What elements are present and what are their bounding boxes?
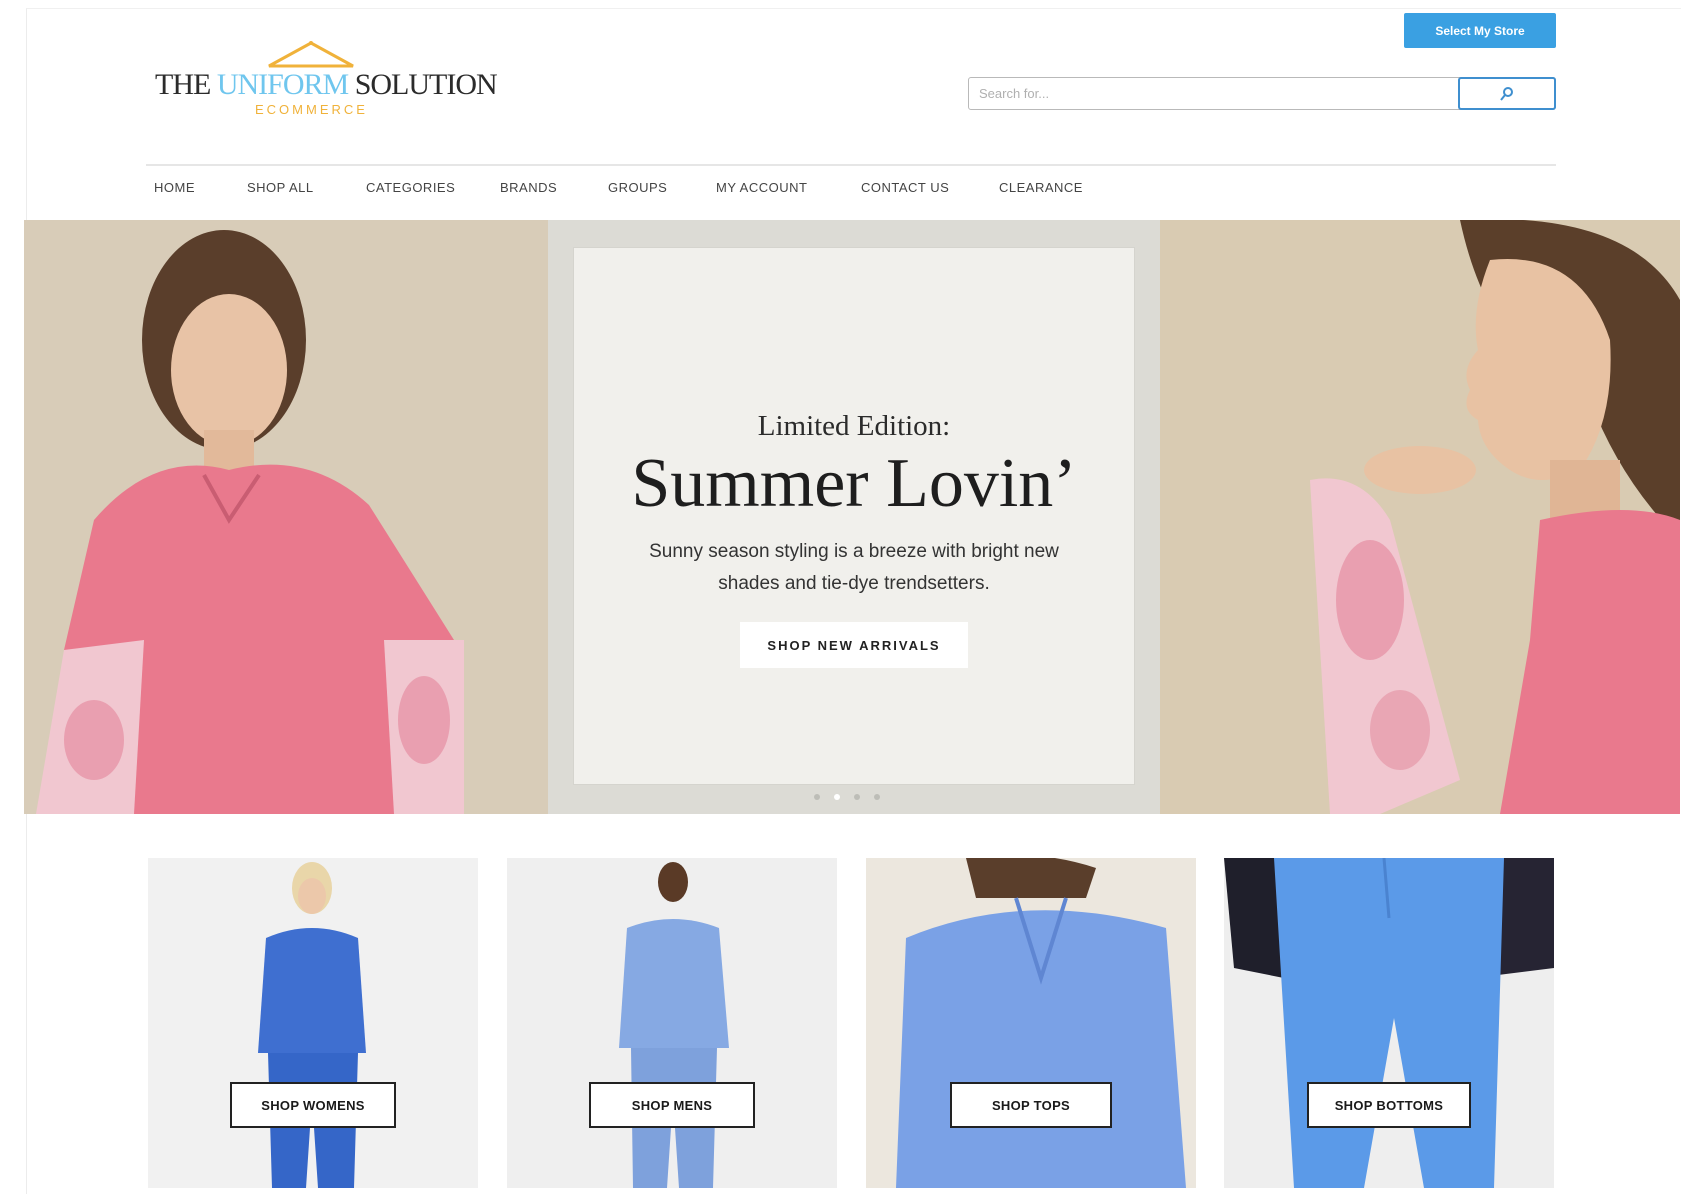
store-logo[interactable]: THE UNIFORM SOLUTION ECOMMERCE [155, 40, 498, 120]
hero-photo-left [24, 220, 548, 814]
nav-brands[interactable]: BRANDS [500, 180, 557, 195]
nav-groups[interactable]: GROUPS [608, 180, 667, 195]
search-bar [968, 77, 1556, 110]
hero-title: Summer Lovin’ [631, 445, 1077, 522]
search-icon [1500, 86, 1513, 101]
nav-home[interactable]: HOME [154, 180, 195, 195]
category-tile-bottoms[interactable]: SHOP BOTTOMS [1224, 858, 1554, 1188]
hanger-icon [268, 41, 354, 68]
hero-photo-right [1160, 220, 1680, 814]
search-input[interactable] [969, 78, 1475, 109]
carousel-dot-4[interactable] [874, 794, 880, 800]
nav-contact-us[interactable]: CONTACT US [861, 180, 949, 195]
nav-shop-all[interactable]: SHOP ALL [247, 180, 314, 195]
carousel-dot-3[interactable] [854, 794, 860, 800]
nav-clearance[interactable]: CLEARANCE [999, 180, 1083, 195]
nav-my-account[interactable]: MY ACCOUNT [716, 180, 807, 195]
mens-photo [507, 858, 837, 1188]
tops-photo [866, 858, 1196, 1188]
category-tile-womens[interactable]: SHOP WOMENS [148, 858, 478, 1188]
category-tile-mens[interactable]: SHOP MENS [507, 858, 837, 1188]
hero-eyebrow: Limited Edition: [757, 410, 951, 442]
hero-banner: Limited Edition: Summer Lovin’ Sunny sea… [24, 220, 1680, 814]
category-tile-tops[interactable]: SHOP TOPS [866, 858, 1196, 1188]
main-nav: HOME SHOP ALL CATEGORIES BRANDS GROUPS M… [146, 164, 1556, 206]
shop-mens-button[interactable]: SHOP MENS [589, 1082, 755, 1128]
shop-bottoms-button[interactable]: SHOP BOTTOMS [1307, 1082, 1471, 1128]
carousel-dot-2[interactable] [834, 794, 840, 800]
logo-wordmark: THE UNIFORM SOLUTION [155, 68, 498, 101]
bottoms-photo [1224, 858, 1554, 1188]
search-button[interactable] [1458, 77, 1556, 110]
carousel-dots [814, 794, 880, 800]
hero-description: Sunny season styling is a breeze with br… [649, 541, 1059, 594]
shop-womens-button[interactable]: SHOP WOMENS [230, 1082, 396, 1128]
hero-text-panel: Limited Edition: Summer Lovin’ Sunny sea… [574, 248, 1134, 784]
shop-new-arrivals-button[interactable]: SHOP NEW ARRIVALS [740, 622, 968, 668]
womens-photo [148, 858, 478, 1188]
shop-tops-button[interactable]: SHOP TOPS [950, 1082, 1112, 1128]
carousel-dot-1[interactable] [814, 794, 820, 800]
logo-subtitle: ECOMMERCE [255, 102, 368, 117]
nav-categories[interactable]: CATEGORIES [366, 180, 455, 195]
select-my-store-button[interactable]: Select My Store [1404, 13, 1556, 48]
